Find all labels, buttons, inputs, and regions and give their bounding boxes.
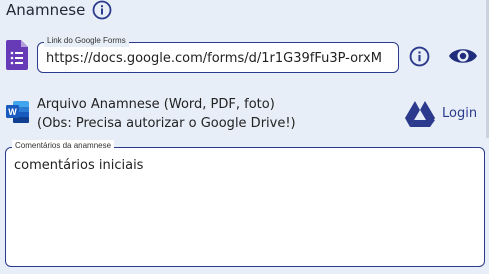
comments-field-label: Comentários da anamnese	[12, 140, 115, 152]
info-icon[interactable]	[409, 46, 430, 67]
info-icon[interactable]	[92, 0, 112, 20]
section-title: Anamnese	[6, 1, 86, 19]
word-icon: W	[6, 101, 29, 123]
eye-icon[interactable]	[448, 44, 478, 68]
link-field-label: Link do Google Forms	[44, 35, 129, 47]
comments-textarea-value[interactable]: comentários iniciais	[14, 157, 143, 174]
google-drive-icon[interactable]	[405, 101, 435, 127]
upload-line-1: Arquivo Anamnese (Word, PDF, foto)	[37, 97, 275, 112]
upload-line-2: (Obs: Precisa autorizar o Google Drive!)	[37, 116, 296, 131]
google-forms-icon	[6, 40, 28, 70]
upload-description: Arquivo Anamnese (Word, PDF, foto) (Obs:…	[37, 95, 296, 133]
svg-text:W: W	[8, 107, 17, 117]
comments-field[interactable]: Comentários da anamnese comentários inic…	[5, 140, 485, 267]
link-input-value[interactable]: https://docs.google.com/forms/d/1r1G39fF…	[46, 50, 394, 67]
login-button[interactable]: Login	[442, 105, 477, 122]
google-forms-link-field[interactable]: Link do Google Forms https://docs.google…	[37, 35, 399, 73]
